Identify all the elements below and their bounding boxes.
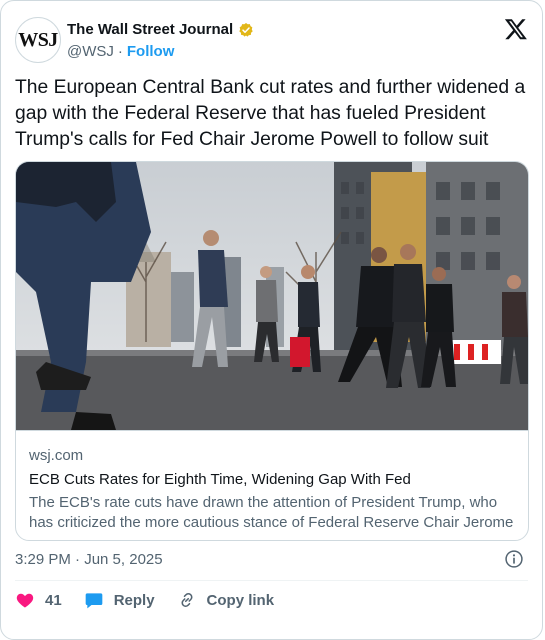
- avatar-logo-text: WSJ: [18, 28, 58, 51]
- handle[interactable]: @WSJ: [67, 43, 114, 60]
- handle-separator: ·: [117, 43, 123, 60]
- divider: [15, 580, 528, 581]
- name-row: The Wall Street Journal: [67, 21, 254, 38]
- reply-button[interactable]: Reply: [84, 590, 155, 610]
- copy-link-label: Copy link: [206, 591, 275, 609]
- info-icon[interactable]: [504, 549, 524, 569]
- action-bar: 41 Reply Copy link: [15, 590, 296, 610]
- follow-button[interactable]: Follow: [127, 43, 175, 60]
- heart-icon: [16, 593, 34, 608]
- avatar[interactable]: WSJ: [15, 17, 61, 63]
- link-preview-card[interactable]: wsj.com ECB Cuts Rates for Eighth Time, …: [15, 161, 529, 541]
- display-name[interactable]: The Wall Street Journal: [67, 21, 233, 38]
- article-photo[interactable]: [16, 162, 528, 430]
- link-title[interactable]: ECB Cuts Rates for Eighth Time, Widening…: [29, 471, 411, 488]
- tweet-text: The European Central Bank cut rates and …: [15, 77, 526, 150]
- link-meta[interactable]: wsj.com ECB Cuts Rates for Eighth Time, …: [16, 430, 528, 540]
- x-logo-icon[interactable]: [504, 17, 528, 41]
- like-button[interactable]: 41: [15, 590, 62, 610]
- link-domain: wsj.com: [29, 447, 84, 464]
- reply-label: Reply: [113, 591, 155, 609]
- link-description: The ECB's rate cuts have drawn the atten…: [29, 494, 514, 540]
- reply-bubble-icon: [85, 593, 103, 609]
- handle-row: @WSJ · Follow: [67, 43, 174, 60]
- link-icon: [181, 593, 193, 607]
- tweet-header: WSJ The Wall Street Journal @WSJ · Follo…: [15, 17, 528, 67]
- tweet-timestamp[interactable]: 3:29 PM · Jun 5, 2025: [15, 551, 163, 568]
- copy-link-button[interactable]: Copy link: [177, 590, 275, 610]
- tweet-card: WSJ The Wall Street Journal @WSJ · Follo…: [0, 0, 543, 640]
- verified-badge-icon: [239, 22, 253, 37]
- like-count: 41: [45, 591, 62, 609]
